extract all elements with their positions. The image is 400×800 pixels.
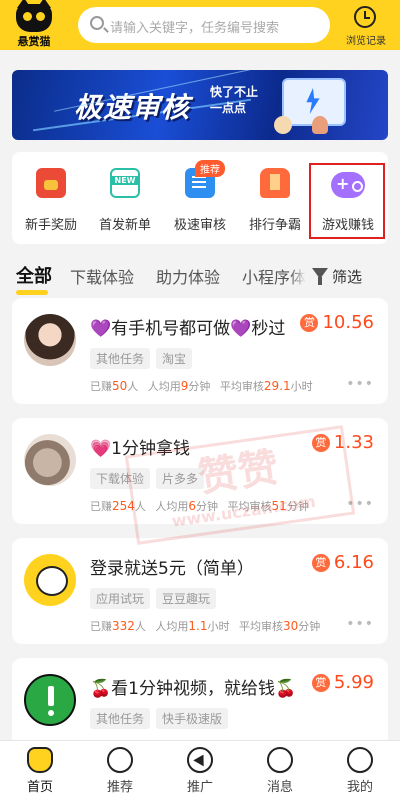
profile-icon bbox=[347, 747, 373, 773]
nav-promote[interactable]: 推广 bbox=[170, 743, 230, 799]
search-bar[interactable]: 请输入关键字，任务编号搜索 bbox=[78, 7, 330, 43]
task-tags: 其他任务 快手极速版 bbox=[90, 708, 234, 729]
top-bar: 悬赏猫 请输入关键字，任务编号搜索 浏览记录 bbox=[0, 0, 400, 50]
nav-home[interactable]: 首页 bbox=[10, 743, 70, 799]
history-label: 浏览记录 bbox=[346, 36, 386, 47]
task-title: 🍒看1分钟视频，就给钱🍒 bbox=[90, 679, 297, 699]
task-price: 赏 10.56 bbox=[300, 312, 374, 333]
search-icon bbox=[90, 16, 104, 30]
nav-label: 我的 bbox=[346, 780, 373, 795]
trophy-icon bbox=[260, 168, 290, 198]
avatar bbox=[24, 314, 76, 366]
banner-title: 极速审核 bbox=[74, 91, 191, 124]
task-price: 赏 6.16 bbox=[311, 552, 374, 573]
more-icon[interactable]: ••• bbox=[346, 376, 374, 392]
tab-all[interactable]: 全部 bbox=[16, 262, 52, 288]
task-title: 登录就送5元（简单） bbox=[90, 559, 254, 579]
home-cat-icon bbox=[27, 747, 53, 773]
category-fast-review[interactable]: 推荐 极速审核 bbox=[165, 160, 235, 238]
task-tabs: 全部 下载体验 助力体验 小程序体 筛选 bbox=[0, 258, 400, 298]
nav-label: 首页 bbox=[26, 780, 53, 795]
mascot-icon bbox=[312, 116, 328, 134]
price-value: 10.56 bbox=[322, 312, 374, 333]
tag: 淘宝 bbox=[156, 348, 193, 369]
bottom-nav: 首页 推荐 推广 消息 我的 bbox=[0, 740, 400, 800]
filter-button[interactable]: 筛选 bbox=[332, 266, 362, 287]
tab-assist[interactable]: 助力体验 bbox=[156, 264, 220, 288]
category-label: 首发新单 bbox=[98, 218, 151, 233]
category-label: 新手奖励 bbox=[24, 218, 77, 233]
filter-icon[interactable] bbox=[312, 268, 328, 285]
clock-icon bbox=[354, 6, 376, 28]
promote-icon bbox=[187, 747, 213, 773]
tab-download[interactable]: 下载体验 bbox=[70, 264, 134, 288]
nav-label: 推荐 bbox=[106, 780, 133, 795]
category-ranking[interactable]: 排行争霸 bbox=[240, 164, 310, 238]
red-envelope-icon bbox=[36, 168, 66, 198]
task-stats: 已赚332人 人均用1.1小时 平均审核30分钟 bbox=[90, 619, 321, 633]
banner-subtitle: 快了不止一点点 bbox=[210, 85, 259, 115]
task-stats: 已赚50人 人均用9分钟 平均审核29.1小时 bbox=[90, 379, 313, 393]
recommend-icon bbox=[107, 747, 133, 773]
recommend-badge: 推荐 bbox=[195, 160, 225, 177]
more-icon[interactable]: ••• bbox=[346, 616, 374, 632]
promo-banner[interactable]: 极速审核 快了不止一点点 bbox=[12, 70, 388, 140]
task-tags: 其他任务 淘宝 bbox=[90, 348, 198, 369]
task-card[interactable]: 💜有手机号都可做💜秒过 赏 10.56 其他任务 淘宝 已赚50人 人均用9分钟 平… bbox=[12, 298, 388, 404]
price-value: 5.99 bbox=[333, 672, 374, 693]
mascot-icon bbox=[274, 116, 292, 134]
tag: 其他任务 bbox=[90, 708, 151, 729]
task-card[interactable]: 🍒看1分钟视频，就给钱🍒 赏 5.99 其他任务 快手极速版 bbox=[12, 658, 388, 748]
message-icon bbox=[267, 747, 293, 773]
nav-messages[interactable]: 消息 bbox=[250, 743, 310, 799]
nav-profile[interactable]: 我的 bbox=[330, 743, 390, 799]
tag: 豆豆趣玩 bbox=[156, 588, 217, 609]
avatar bbox=[24, 674, 76, 726]
reward-icon: 赏 bbox=[300, 314, 319, 332]
price-value: 6.16 bbox=[333, 552, 374, 573]
tag: 应用试玩 bbox=[90, 588, 151, 609]
category-newbie-reward[interactable]: 新手奖励 bbox=[16, 164, 86, 238]
avatar bbox=[24, 554, 76, 606]
category-label: 极速审核 bbox=[173, 218, 226, 233]
reward-icon: 赏 bbox=[311, 674, 330, 692]
tab-underline bbox=[16, 290, 48, 295]
reward-icon: 赏 bbox=[311, 554, 330, 572]
tag: 其他任务 bbox=[90, 348, 151, 369]
search-placeholder: 请输入关键字，任务编号搜索 bbox=[110, 21, 280, 36]
task-tags: 应用试玩 豆豆趣玩 bbox=[90, 588, 222, 609]
app-logo[interactable]: 悬赏猫 bbox=[6, 0, 62, 48]
nav-label: 消息 bbox=[266, 780, 293, 795]
task-price: 赏 5.99 bbox=[311, 672, 374, 693]
history-button[interactable]: 浏览记录 bbox=[338, 4, 394, 48]
highlight-box bbox=[309, 163, 385, 239]
cat-logo-icon bbox=[16, 0, 52, 32]
category-label: 排行争霸 bbox=[248, 218, 301, 233]
nav-label: 推广 bbox=[186, 780, 213, 795]
new-badge-icon bbox=[110, 168, 140, 198]
app-name: 悬赏猫 bbox=[17, 35, 51, 48]
task-title: 💜有手机号都可做💜秒过 bbox=[90, 319, 286, 339]
nav-recommend[interactable]: 推荐 bbox=[90, 743, 150, 799]
task-card[interactable]: 登录就送5元（简单） 赏 6.16 应用试玩 豆豆趣玩 已赚332人 人均用1.1小… bbox=[12, 538, 388, 644]
avatar bbox=[24, 434, 76, 486]
category-new-orders[interactable]: 首发新单 bbox=[90, 164, 160, 238]
tag: 快手极速版 bbox=[156, 708, 229, 729]
